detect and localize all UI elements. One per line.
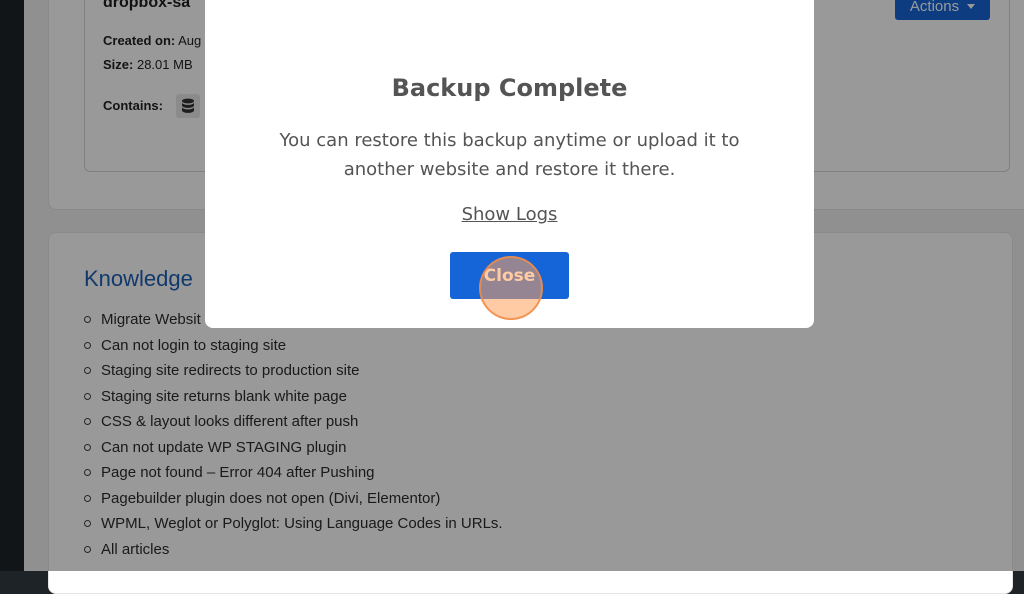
show-logs-link[interactable]: Show Logs bbox=[205, 204, 814, 225]
dialog-title: Backup Complete bbox=[391, 74, 628, 102]
dialog-message: You can restore this backup anytime or u… bbox=[279, 130, 740, 180]
click-indicator bbox=[479, 256, 543, 320]
